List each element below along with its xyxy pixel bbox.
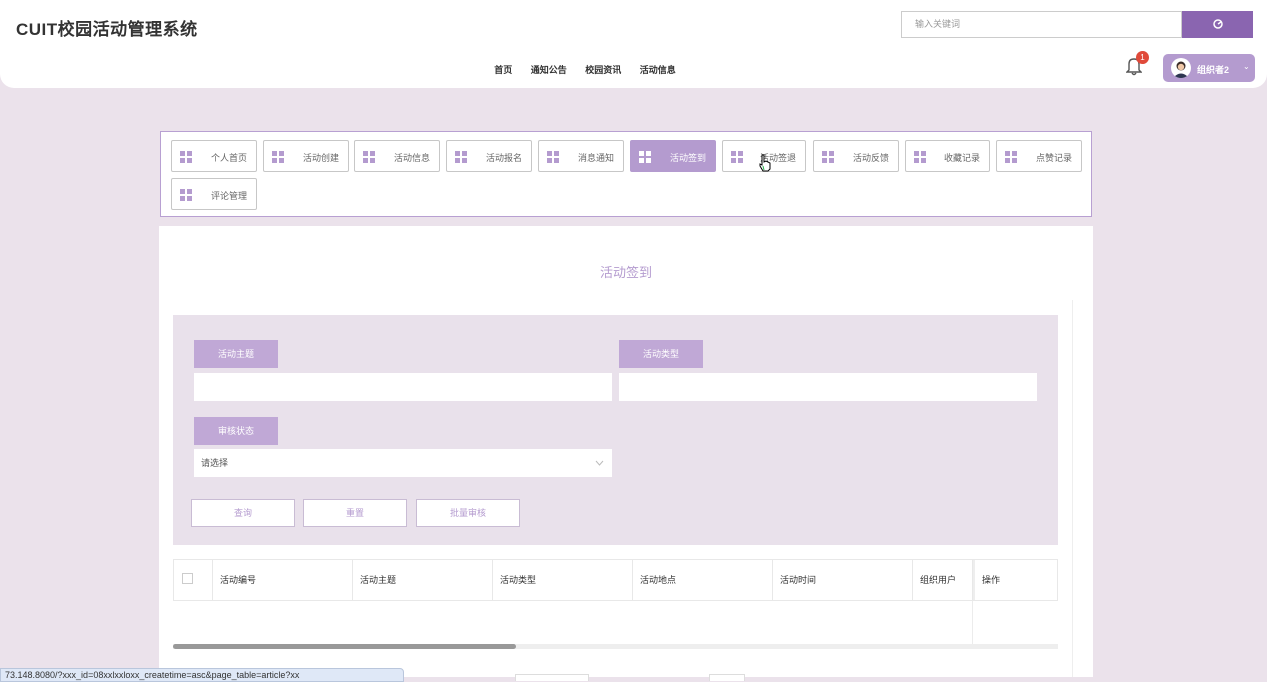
avatar [1171, 58, 1191, 78]
data-table: 活动编号 活动主题 活动类型 活动地点 活动时间 组织用户 操作 [173, 559, 1058, 601]
grid-icon [455, 151, 467, 163]
menu-activity-checkin[interactable]: 活动签到 [630, 140, 716, 172]
menu-personal-home[interactable]: 个人首页 [171, 140, 257, 172]
column-header[interactable]: 组织用户 [913, 560, 973, 600]
menu-label: 活动反馈 [852, 153, 889, 163]
scrollbar-thumb[interactable] [173, 644, 516, 649]
notification-badge: 1 [1136, 51, 1149, 64]
menu-activity-info[interactable]: 活动信息 [354, 140, 440, 172]
page-title: 活动签到 [599, 265, 652, 280]
grid-icon [639, 151, 651, 163]
query-button[interactable]: 查询 [191, 499, 295, 527]
type-input[interactable] [619, 373, 1037, 401]
status-label: 审核状态 [194, 417, 278, 445]
main-content: 活动签到 活动主题 活动类型 审核状态 请选择 查询 重置 批量审核 活动编号 … [159, 226, 1093, 677]
chevron-down-icon: ⌄ [1243, 62, 1250, 71]
menu-label: 活动报名 [485, 153, 522, 163]
status-select-value: 请选择 [201, 458, 229, 468]
grid-icon [180, 151, 192, 163]
type-label: 活动类型 [619, 340, 703, 368]
grid-icon [822, 151, 834, 163]
column-header[interactable]: 活动时间 [773, 560, 913, 600]
subject-label: 活动主题 [194, 340, 278, 368]
status-bar-url: 73.148.8080/?xxx_id=08xxlxxloxx_createti… [0, 668, 404, 682]
nav-news[interactable]: 校园资讯 [585, 65, 621, 75]
site-logo[interactable]: CUIT校园活动管理系统 [16, 15, 198, 40]
menu-messages[interactable]: 消息通知 [538, 140, 624, 172]
grid-icon [272, 151, 284, 163]
function-menu: 个人首页 活动创建 活动信息 活动报名 消息通知 活动签到 活动签退 活动反馈 … [160, 131, 1092, 217]
reset-button[interactable]: 重置 [303, 499, 407, 527]
search-icon [1212, 19, 1223, 29]
grid-icon [731, 151, 743, 163]
top-header: CUIT校园活动管理系统 输入关键词 首页 通知公告 校园资讯 活动信息 1 组… [0, 0, 1267, 88]
chevron-down-icon [595, 460, 604, 466]
menu-label: 活动签到 [669, 153, 706, 163]
pagination-size-select[interactable] [515, 674, 589, 681]
fixed-column-divider [972, 601, 973, 649]
menu-likes[interactable]: 点赞记录 [996, 140, 1082, 172]
nav-activity-info[interactable]: 活动信息 [640, 65, 676, 75]
column-header[interactable]: 活动主题 [353, 560, 493, 600]
list-panel: 活动主题 活动类型 审核状态 请选择 查询 重置 批量审核 活动编号 活动主题 … [159, 300, 1073, 677]
batch-review-button[interactable]: 批量审核 [416, 499, 520, 527]
subject-input[interactable] [194, 373, 612, 401]
grid-icon [363, 151, 375, 163]
menu-label: 评论管理 [210, 191, 247, 201]
menu-activity-signup[interactable]: 活动报名 [446, 140, 532, 172]
menu-label: 收藏记录 [943, 153, 980, 163]
menu-label: 消息通知 [577, 153, 614, 163]
user-menu-button[interactable]: 组织者2 ⌄ [1163, 54, 1255, 82]
menu-activity-feedback[interactable]: 活动反馈 [813, 140, 899, 172]
menu-label: 点赞记录 [1035, 153, 1072, 163]
menu-favorites[interactable]: 收藏记录 [905, 140, 990, 172]
hand-cursor-icon [759, 154, 771, 172]
column-header[interactable]: 活动编号 [213, 560, 353, 600]
user-name: 组织者2 [1197, 65, 1230, 75]
search-filter-form: 活动主题 活动类型 审核状态 请选择 查询 重置 批量审核 [173, 315, 1058, 545]
search-input[interactable]: 输入关键词 [901, 11, 1182, 38]
menu-label: 活动创建 [302, 153, 339, 163]
pagination-jump-input[interactable] [709, 674, 745, 681]
column-header: 操作 [973, 560, 1057, 600]
grid-icon [180, 189, 192, 201]
nav-home[interactable]: 首页 [494, 65, 512, 75]
horizontal-scrollbar[interactable] [173, 644, 1058, 649]
select-all-cell [174, 560, 213, 600]
menu-activity-create[interactable]: 活动创建 [263, 140, 349, 172]
grid-icon [1005, 151, 1017, 163]
column-header[interactable]: 活动类型 [493, 560, 633, 600]
select-all-checkbox[interactable] [182, 573, 193, 584]
menu-label: 个人首页 [210, 153, 247, 163]
search-button[interactable] [1182, 11, 1253, 38]
nav-notice[interactable]: 通知公告 [531, 65, 567, 75]
main-nav: 首页 通知公告 校园资讯 活动信息 [0, 63, 1170, 76]
menu-comments[interactable]: 评论管理 [171, 178, 257, 210]
grid-icon [547, 151, 559, 163]
grid-icon [914, 151, 926, 163]
menu-label: 活动信息 [393, 153, 430, 163]
column-header[interactable]: 活动地点 [633, 560, 773, 600]
status-select[interactable]: 请选择 [194, 449, 612, 477]
